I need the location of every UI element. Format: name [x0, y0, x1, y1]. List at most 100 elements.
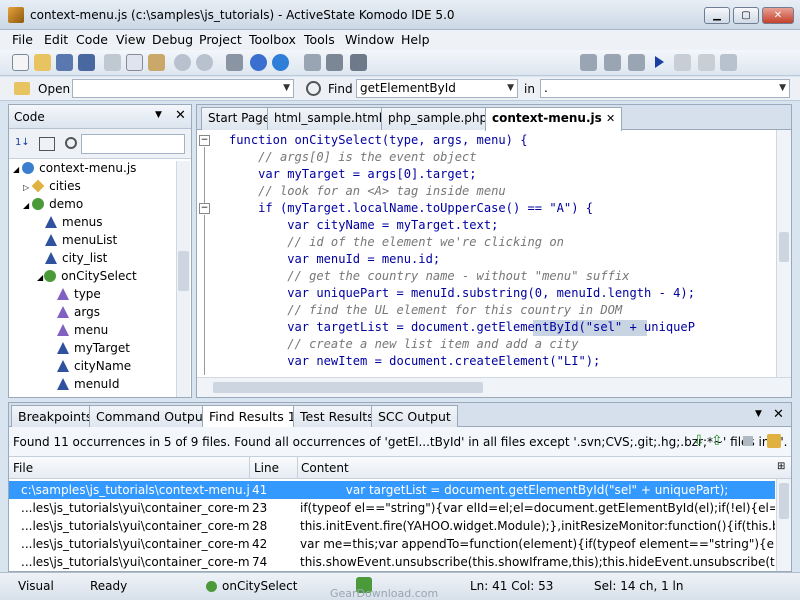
code-filter-input[interactable] [81, 134, 185, 154]
menu-code[interactable]: Code [76, 32, 108, 47]
folder-icon [14, 82, 30, 95]
result-row[interactable]: ...les\js_tutorials\yui\container_core-m… [9, 517, 775, 535]
tab-php-sample[interactable]: php_sample.php [381, 107, 495, 130]
tree-item-oncityselect[interactable]: ◢ onCitySelect [37, 269, 137, 287]
fold-marker-icon[interactable]: − [199, 203, 210, 214]
menu-window[interactable]: Window [345, 32, 394, 47]
menu-tools[interactable]: Tools [304, 32, 335, 47]
tab-close-icon[interactable]: ✕ [606, 112, 615, 125]
find-input[interactable]: getElementById ▼ [356, 79, 518, 98]
tree-item-menus[interactable]: menus [45, 215, 103, 233]
fold-marker-icon[interactable]: − [199, 135, 210, 146]
function-icon [206, 581, 217, 592]
tab-find-results[interactable]: Find Results 1 [202, 405, 303, 428]
tree-item-file[interactable]: ◢ context-menu.js [13, 161, 136, 179]
run-command-icon[interactable] [304, 54, 321, 71]
help-icon[interactable] [250, 54, 267, 71]
tree-item-cityname[interactable]: cityName [57, 359, 131, 377]
next-result-icon[interactable]: ⇩ [693, 433, 705, 449]
minimize-button[interactable]: ▁ [704, 7, 730, 24]
macro-icon[interactable] [326, 54, 343, 71]
tree-item-type[interactable]: type [57, 287, 101, 305]
save-all-icon[interactable] [78, 54, 95, 71]
in-label: in [524, 82, 535, 96]
code-editor[interactable]: function onCitySelect(type, args, menu) … [229, 130, 775, 377]
pane-close-icon[interactable]: ✕ [175, 108, 186, 123]
code-tree-scrollbar[interactable] [176, 161, 190, 397]
open-input[interactable]: ▼ [72, 79, 294, 98]
browser-icon[interactable] [272, 54, 289, 71]
step-out-icon[interactable] [628, 54, 645, 71]
menu-debug[interactable]: Debug [152, 32, 193, 47]
redo-icon[interactable] [196, 54, 213, 71]
argument-icon [57, 306, 69, 318]
globe-icon [22, 162, 35, 174]
status-symbol[interactable]: onCitySelect [222, 579, 298, 593]
tree-item-demo[interactable]: ◢ demo [23, 197, 83, 215]
tab-context-menu[interactable]: context-menu.js ✕ [485, 107, 623, 131]
sort-icon[interactable]: 1↓ [15, 137, 30, 148]
tab-start-page[interactable]: Start Page [201, 107, 278, 130]
menu-edit[interactable]: Edit [44, 32, 68, 47]
print-icon[interactable] [226, 54, 243, 71]
editor-horizontal-scrollbar[interactable] [197, 377, 791, 397]
close-button[interactable]: ✕ [762, 7, 794, 24]
results-scrollbar[interactable] [776, 479, 791, 571]
result-row[interactable]: c:\samples\js_tutorials\context-menu.js … [9, 481, 775, 499]
code-line: var uniquePart = menuId.substring(0, men… [229, 286, 695, 300]
pane-menu-icon[interactable]: ▼ [755, 409, 762, 419]
tree-item-args[interactable]: args [57, 305, 100, 323]
column-content[interactable]: Content [301, 461, 349, 475]
menu-file[interactable]: File [12, 32, 33, 47]
undo-icon[interactable] [174, 54, 191, 71]
menu-view[interactable]: View [116, 32, 146, 47]
copy-icon[interactable] [126, 54, 143, 71]
menu-toolbox[interactable]: Toolbox [249, 32, 296, 47]
result-row[interactable]: ...les\js_tutorials\yui\container_core-m… [9, 499, 775, 517]
pane-menu-icon[interactable]: ▼ [155, 110, 162, 120]
tree-item-cities[interactable]: ▷ cities [23, 179, 81, 197]
find-bar: Open ▼ Find getElementById ▼ in . ▼ [0, 77, 800, 101]
results-header: File Line Content ⊞ [9, 457, 791, 479]
new-file-icon[interactable] [12, 54, 29, 71]
go-icon[interactable] [655, 56, 664, 68]
tree-item-menulist[interactable]: menuList [45, 233, 117, 251]
inspect-icon[interactable] [720, 54, 737, 71]
code-line: // id of the element we're clicking on [229, 235, 564, 249]
tab-html-sample[interactable]: html_sample.html [267, 107, 390, 130]
menu-help[interactable]: Help [401, 32, 430, 47]
maximize-button[interactable]: ▢ [733, 7, 759, 24]
column-file[interactable]: File [13, 461, 33, 475]
lock-icon[interactable] [767, 434, 781, 448]
column-line[interactable]: Line [254, 461, 279, 475]
tree-item-city-list[interactable]: city_list [45, 251, 107, 269]
tree-item-menuid[interactable]: menuId [57, 377, 119, 395]
tab-command-output[interactable]: Command Output [89, 405, 215, 427]
tab-test-results[interactable]: Test Results [293, 405, 381, 427]
code-line: // args[0] is the event object [229, 150, 477, 164]
in-input[interactable]: . ▼ [540, 79, 790, 98]
stop-icon[interactable] [698, 54, 715, 71]
pause-icon[interactable] [674, 54, 691, 71]
editor-vertical-scrollbar[interactable] [776, 130, 791, 377]
pane-close-icon[interactable]: ✕ [773, 407, 784, 422]
stop-search-icon[interactable] [743, 436, 753, 446]
prev-result-icon[interactable]: ⇧ [711, 433, 723, 449]
column-picker-icon[interactable]: ⊞ [777, 461, 785, 472]
paste-icon[interactable] [148, 54, 165, 71]
step-over-icon[interactable] [604, 54, 621, 71]
tree-item-menu[interactable]: menu [57, 323, 108, 341]
local-variable-icon [57, 360, 69, 372]
tree-view-icon[interactable] [39, 137, 55, 151]
menu-project[interactable]: Project [199, 32, 242, 47]
tab-scc-output[interactable]: SCC Output [371, 405, 458, 427]
open-folder-icon[interactable] [34, 54, 51, 71]
tree-item-mytarget[interactable]: myTarget [57, 341, 130, 359]
result-row[interactable]: ...les\js_tutorials\yui\container_core-m… [9, 553, 775, 571]
save-icon[interactable] [56, 54, 73, 71]
result-row[interactable]: ...les\js_tutorials\yui\container_core-m… [9, 535, 775, 553]
debug-icon[interactable] [350, 54, 367, 71]
tab-breakpoints[interactable]: Breakpoints [11, 405, 100, 427]
cut-icon[interactable] [104, 54, 121, 71]
step-in-icon[interactable] [580, 54, 597, 71]
